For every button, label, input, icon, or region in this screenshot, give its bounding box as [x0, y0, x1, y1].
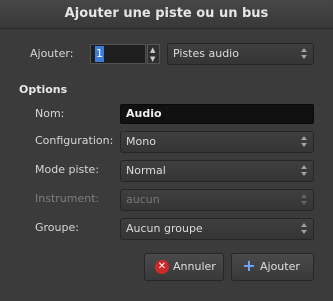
- track-type-select[interactable]: Pistes audio: [167, 43, 314, 65]
- add-count-input[interactable]: 1: [90, 44, 146, 64]
- group-select[interactable]: Aucun groupe: [120, 218, 314, 240]
- title-bar[interactable]: Ajouter une piste ou un bus: [0, 0, 333, 29]
- cancel-button[interactable]: ✕ Annuler: [144, 253, 224, 281]
- combo-arrows-icon: [301, 194, 307, 206]
- name-input[interactable]: Audio: [120, 104, 314, 124]
- options-heading: Options: [19, 83, 68, 96]
- configuration-label: Configuration:: [35, 134, 114, 147]
- window-title: Ajouter une piste ou un bus: [64, 6, 269, 21]
- cancel-button-label: Annuler: [173, 260, 216, 273]
- add-button-label: Ajouter: [260, 260, 300, 273]
- plus-icon: +: [242, 256, 256, 275]
- combo-arrows-icon: [301, 48, 307, 60]
- count-stepper[interactable]: ▲ ▼: [147, 44, 160, 64]
- instrument-label: Instrument:: [35, 192, 100, 205]
- stepper-down-icon[interactable]: ▼: [150, 55, 155, 63]
- group-value: Aucun groupe: [126, 222, 203, 235]
- configuration-select[interactable]: Mono: [120, 131, 314, 153]
- instrument-select: aucun: [120, 189, 314, 211]
- combo-arrows-icon: [301, 165, 307, 177]
- group-label: Groupe:: [35, 221, 79, 234]
- name-label: Nom:: [35, 107, 65, 120]
- track-mode-value: Normal: [126, 164, 166, 177]
- add-count-value: 1: [95, 46, 104, 62]
- add-count-label: Ajouter:: [30, 47, 74, 60]
- track-type-value: Pistes audio: [173, 47, 239, 60]
- combo-arrows-icon: [301, 223, 307, 235]
- track-mode-select[interactable]: Normal: [120, 160, 314, 182]
- combo-arrows-icon: [301, 136, 307, 148]
- track-mode-label: Mode piste:: [35, 163, 100, 176]
- stepper-up-icon[interactable]: ▲: [150, 46, 155, 54]
- cancel-icon: ✕: [155, 260, 169, 274]
- add-button[interactable]: + Ajouter: [231, 253, 314, 281]
- instrument-value: aucun: [126, 193, 160, 206]
- configuration-value: Mono: [126, 135, 156, 148]
